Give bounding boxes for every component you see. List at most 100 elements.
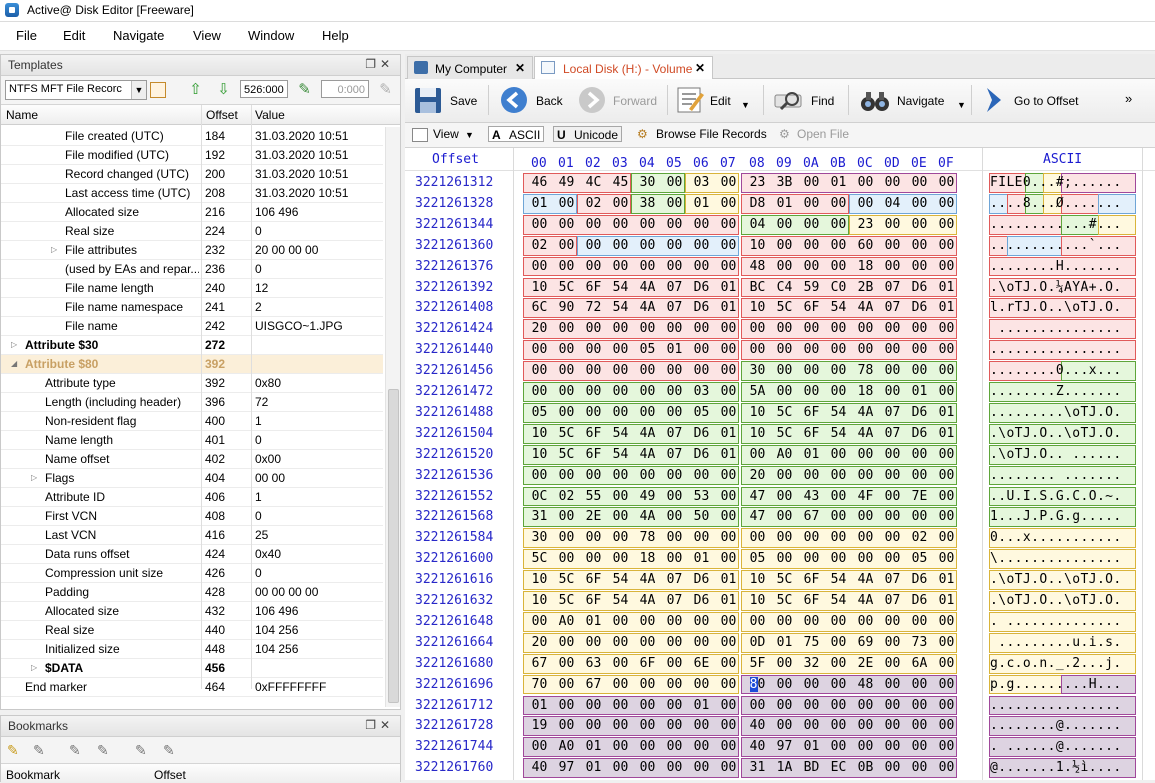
hex-byte[interactable]: 20 [526,635,553,650]
hex-byte[interactable]: 00 [715,405,742,420]
hex-byte[interactable]: 00 [607,321,634,336]
hex-byte[interactable]: 00 [825,468,852,483]
ascii-text[interactable]: .\oTJ.Ö.. ...... [990,447,1135,462]
hex-byte[interactable]: 5C [553,447,580,462]
hex-byte[interactable]: 00 [661,656,688,671]
ascii-text[interactable]: .........\oTJ.Ö. [990,405,1135,420]
template-row[interactable]: Initialized size 448 104 256 [1,640,383,659]
ascii-text[interactable]: ........Z....... [990,384,1135,399]
hex-byte[interactable]: 5C [771,300,798,315]
hex-byte[interactable]: 00 [688,363,715,378]
hex-byte[interactable]: 00 [607,363,634,378]
hex-byte[interactable]: 18 [634,551,661,566]
hex-byte[interactable]: 00 [933,489,960,504]
hex-byte[interactable]: 00 [933,760,960,775]
hex-byte[interactable]: 00 [715,175,742,190]
hex-byte[interactable]: 00 [607,656,634,671]
hex-byte[interactable]: 54 [607,426,634,441]
hex-byte[interactable]: 07 [661,447,688,462]
hex-byte[interactable]: 00 [553,509,580,524]
template-row[interactable]: Last access time (UTC) 208 31.03.2020 10:5… [1,184,383,203]
template-row[interactable]: First VCN 408 0 [1,507,383,526]
hex-byte[interactable]: 6F [580,447,607,462]
hex-byte[interactable]: 23 [852,217,879,232]
hex-byte[interactable]: 80 [744,676,771,692]
hex-byte[interactable]: 00 [661,321,688,336]
hex-byte[interactable]: 00 [634,614,661,629]
hex-byte[interactable]: 00 [825,635,852,650]
hex-byte[interactable]: 20 [526,321,553,336]
hex-byte[interactable]: 00 [715,614,742,629]
hex-byte[interactable]: 00 [933,447,960,462]
hex-byte[interactable]: 2B [852,280,879,295]
column-value[interactable]: Value [255,108,285,122]
hex-byte[interactable]: 00 [553,384,580,399]
hex-byte[interactable]: 00 [879,489,906,504]
hex-byte[interactable]: 01 [715,572,742,587]
hex-byte[interactable]: 00 [825,321,852,336]
hex-byte[interactable]: 03 [688,384,715,399]
template-row[interactable]: File name length 240 12 [1,279,383,298]
hex-byte[interactable]: 00 [634,718,661,733]
hex-byte[interactable]: 00 [798,677,825,692]
hex-byte[interactable]: 00 [607,509,634,524]
open-file-button[interactable]: Open File [797,127,849,141]
hex-byte[interactable]: 01 [715,300,742,315]
ascii-text[interactable]: ............... [990,321,1135,336]
hex-byte[interactable]: 00 [688,614,715,629]
hex-byte[interactable]: 00 [879,468,906,483]
hex-byte[interactable]: 18 [852,259,879,274]
hex-byte[interactable]: D6 [688,300,715,315]
hex-byte[interactable]: 00 [607,405,634,420]
template-row[interactable]: Allocated size 216 106 496 [1,203,383,222]
hex-byte[interactable]: 00 [607,217,634,232]
hex-byte[interactable]: 47 [744,509,771,524]
hex-byte[interactable]: 00 [715,718,742,733]
template-row[interactable]: Name offset 402 0x00 [1,450,383,469]
hex-byte[interactable]: 01 [933,426,960,441]
hex-byte[interactable]: 47 [744,489,771,504]
template-row[interactable]: Real size 440 104 256 [1,621,383,640]
hex-byte[interactable]: 00 [852,739,879,754]
hex-byte[interactable]: 49 [553,175,580,190]
hex-byte[interactable]: 01 [798,447,825,462]
hex-byte[interactable]: 04 [744,217,771,232]
hex-byte[interactable]: 00 [798,238,825,253]
hex-byte[interactable]: 00 [906,739,933,754]
hex-byte[interactable]: 00 [580,259,607,274]
hex-byte[interactable]: 6F [580,572,607,587]
hex-byte[interactable]: 4A [852,300,879,315]
template-offset-input[interactable]: 526:000 [240,80,288,98]
hex-byte[interactable]: 10 [744,572,771,587]
hex-byte[interactable]: 00 [580,321,607,336]
hex-byte[interactable]: 05 [526,405,553,420]
hex-byte[interactable]: 00 [906,342,933,357]
hex-byte[interactable]: 00 [661,509,688,524]
hex-byte[interactable]: 20 [744,468,771,483]
hex-byte[interactable]: 00 [688,530,715,545]
hex-byte[interactable]: 40 [526,760,553,775]
hex-byte[interactable]: 63 [580,656,607,671]
hex-byte[interactable]: 00 [798,217,825,232]
hex-byte[interactable]: 00 [661,468,688,483]
hex-byte[interactable]: 00 [607,196,634,211]
hex-byte[interactable]: 54 [607,300,634,315]
hex-byte[interactable]: 60 [852,238,879,253]
hex-byte[interactable]: 38 [634,196,661,211]
hex-byte[interactable]: 00 [661,363,688,378]
find-button[interactable]: Find [773,79,843,122]
hex-byte[interactable]: 01 [715,280,742,295]
hex-byte[interactable]: 00 [825,259,852,274]
template-row[interactable]: Compression unit size 426 0 [1,564,383,583]
hex-byte[interactable]: 54 [607,447,634,462]
hex-byte[interactable]: 00 [634,635,661,650]
hex-byte[interactable]: 5A [744,384,771,399]
hex-byte[interactable]: 00 [825,656,852,671]
hex-byte[interactable]: 5C [771,426,798,441]
ascii-text[interactable]: FILE0...#;...... [990,175,1135,190]
hex-byte[interactable]: 01 [580,760,607,775]
hex-byte[interactable]: 00 [715,342,742,357]
hex-byte[interactable]: 2E [580,509,607,524]
template-row[interactable]: Attribute type 392 0x80 [1,374,383,393]
hex-byte[interactable]: D6 [688,280,715,295]
